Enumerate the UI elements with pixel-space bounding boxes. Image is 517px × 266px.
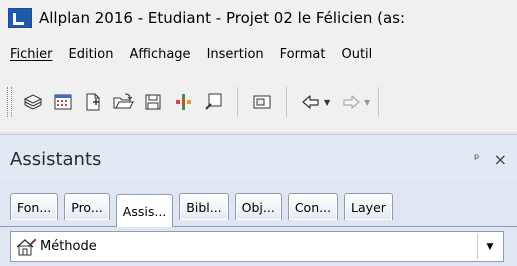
- menu-edition-label: Edition: [68, 46, 114, 62]
- open-folder-icon[interactable]: [111, 90, 135, 114]
- methode-label: Méthode: [40, 239, 97, 254]
- panel-controls: ᵖ ×: [474, 150, 507, 169]
- tab-objets[interactable]: Obj...: [234, 193, 282, 220]
- menu-bar: Fichier Edition Affichage Insertion Form…: [0, 36, 517, 72]
- tab-label: Obj...: [241, 199, 275, 215]
- assistants-panel-header: Assistants ᵖ ×: [0, 134, 517, 183]
- menu-outil-label: Outil: [341, 46, 373, 62]
- methode-value: Méthode: [11, 237, 97, 257]
- grid-icon[interactable]: [51, 90, 75, 114]
- allplan-app-icon[interactable]: [8, 8, 32, 28]
- chevron-down-icon[interactable]: ▼: [477, 234, 502, 259]
- tab-label: Bibl...: [186, 199, 222, 215]
- tab-bibliotheque[interactable]: Bibl...: [179, 193, 229, 220]
- print-preview-icon[interactable]: [250, 90, 274, 114]
- tab-label: Pro...: [71, 199, 103, 215]
- tab-label: Fon...: [17, 199, 52, 215]
- toolbar-separator: [378, 87, 380, 117]
- house-pencil-icon: [15, 237, 37, 257]
- color-bars-icon[interactable]: [171, 90, 195, 114]
- toolbar-separator: [237, 87, 238, 117]
- assistant-tabs: Fon... Pro... Assis... Bibl... Obj... Co…: [0, 182, 517, 227]
- window-title: Allplan 2016 - Etudiant - Projet 02 le F…: [39, 9, 406, 27]
- menu-fichier-label: Fichier: [10, 46, 53, 62]
- menu-outil[interactable]: Outil: [333, 36, 380, 72]
- title-bar: Allplan 2016 - Etudiant - Projet 02 le F…: [0, 0, 517, 36]
- menu-insertion[interactable]: Insertion: [199, 36, 272, 72]
- save-icon[interactable]: [141, 90, 165, 114]
- menu-edition[interactable]: Edition: [61, 36, 122, 72]
- toolbar-grip[interactable]: [7, 87, 12, 117]
- menu-affichage-label: Affichage: [129, 46, 191, 62]
- tab-label: Con...: [294, 199, 332, 215]
- toolbar: ▼ ▼: [0, 72, 517, 132]
- tab-connexion[interactable]: Con...: [287, 193, 339, 220]
- tab-assistants[interactable]: Assis...: [115, 194, 174, 227]
- panel-title: Assistants: [10, 148, 102, 170]
- pin-icon[interactable]: ᵖ: [474, 152, 480, 167]
- tab-proprietes[interactable]: Pro...: [64, 193, 110, 220]
- menu-affichage[interactable]: Affichage: [121, 36, 198, 72]
- zoom-icon[interactable]: [201, 90, 225, 114]
- undo-icon[interactable]: [299, 90, 323, 114]
- tab-label: Layer: [351, 199, 386, 215]
- menu-format[interactable]: Format: [272, 36, 334, 72]
- close-icon[interactable]: ×: [494, 150, 507, 169]
- tab-fonctions[interactable]: Fon...: [10, 193, 59, 220]
- undo-dropdown-icon[interactable]: ▼: [324, 98, 330, 107]
- new-document-icon[interactable]: [81, 90, 105, 114]
- methode-dropdown[interactable]: Méthode ▼: [10, 231, 504, 262]
- redo-dropdown-icon[interactable]: ▼: [364, 98, 370, 107]
- redo-icon[interactable]: [339, 90, 363, 114]
- menu-insertion-label: Insertion: [206, 46, 264, 62]
- tab-layer[interactable]: Layer: [344, 193, 393, 220]
- menu-format-label: Format: [279, 46, 326, 62]
- toolbar-separator: [286, 87, 287, 117]
- menu-fichier[interactable]: Fichier: [0, 36, 61, 72]
- layers-icon[interactable]: [21, 90, 45, 114]
- tab-label: Assis...: [122, 203, 167, 219]
